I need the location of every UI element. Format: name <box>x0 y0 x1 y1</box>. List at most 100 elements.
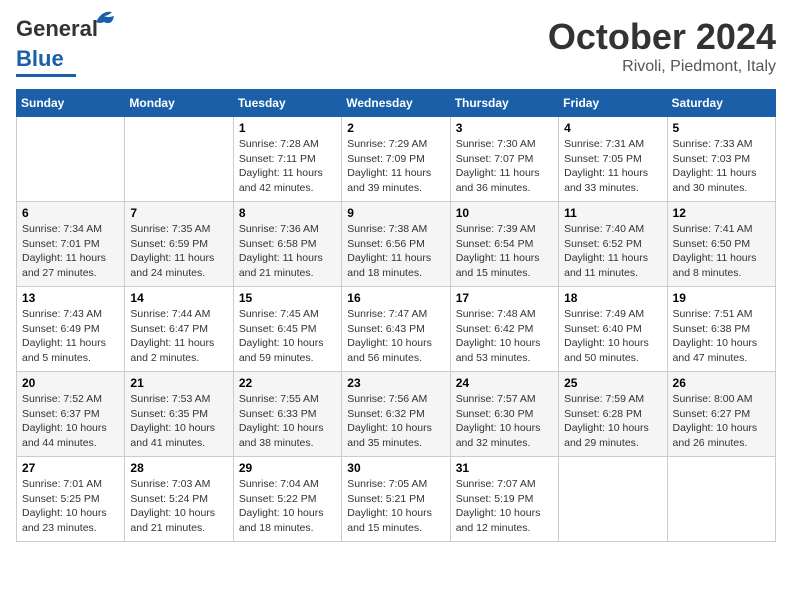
logo-blue: Blue <box>16 46 64 71</box>
calendar-week-row: 20 Sunrise: 7:52 AMSunset: 6:37 PMDaylig… <box>17 372 776 457</box>
day-number: 6 <box>22 206 119 220</box>
page-header: General Blue October 2024 Rivoli, Piedmo… <box>16 16 776 77</box>
calendar-week-row: 1 Sunrise: 7:28 AMSunset: 7:11 PMDayligh… <box>17 117 776 202</box>
calendar-cell: 23 Sunrise: 7:56 AMSunset: 6:32 PMDaylig… <box>342 372 450 457</box>
day-detail: Sunrise: 7:56 AMSunset: 6:32 PMDaylight:… <box>347 393 432 449</box>
day-detail: Sunrise: 7:36 AMSunset: 6:58 PMDaylight:… <box>239 223 323 279</box>
logo: General Blue <box>16 16 98 77</box>
weekday-header: Sunday <box>17 90 125 117</box>
calendar-cell: 1 Sunrise: 7:28 AMSunset: 7:11 PMDayligh… <box>233 117 341 202</box>
day-detail: Sunrise: 7:44 AMSunset: 6:47 PMDaylight:… <box>130 308 214 364</box>
day-number: 18 <box>564 291 661 305</box>
calendar-cell: 15 Sunrise: 7:45 AMSunset: 6:45 PMDaylig… <box>233 287 341 372</box>
day-number: 8 <box>239 206 336 220</box>
title-block: October 2024 Rivoli, Piedmont, Italy <box>548 16 776 76</box>
calendar-cell: 8 Sunrise: 7:36 AMSunset: 6:58 PMDayligh… <box>233 202 341 287</box>
day-number: 7 <box>130 206 227 220</box>
weekday-header: Monday <box>125 90 233 117</box>
day-number: 19 <box>673 291 770 305</box>
day-detail: Sunrise: 7:51 AMSunset: 6:38 PMDaylight:… <box>673 308 758 364</box>
day-number: 15 <box>239 291 336 305</box>
location: Rivoli, Piedmont, Italy <box>548 58 776 76</box>
calendar-header-row: SundayMondayTuesdayWednesdayThursdayFrid… <box>17 90 776 117</box>
day-number: 24 <box>456 376 553 390</box>
calendar-cell <box>125 117 233 202</box>
day-detail: Sunrise: 7:39 AMSunset: 6:54 PMDaylight:… <box>456 223 540 279</box>
calendar-cell: 22 Sunrise: 7:55 AMSunset: 6:33 PMDaylig… <box>233 372 341 457</box>
logo-general: General <box>16 16 98 41</box>
calendar-cell: 24 Sunrise: 7:57 AMSunset: 6:30 PMDaylig… <box>450 372 558 457</box>
month-title: October 2024 <box>548 16 776 58</box>
logo-bird-icon <box>94 8 116 28</box>
day-number: 26 <box>673 376 770 390</box>
day-detail: Sunrise: 7:53 AMSunset: 6:35 PMDaylight:… <box>130 393 215 449</box>
calendar-cell: 27 Sunrise: 7:01 AMSunset: 5:25 PMDaylig… <box>17 457 125 542</box>
day-detail: Sunrise: 7:05 AMSunset: 5:21 PMDaylight:… <box>347 478 432 534</box>
calendar-cell: 9 Sunrise: 7:38 AMSunset: 6:56 PMDayligh… <box>342 202 450 287</box>
weekday-header: Saturday <box>667 90 775 117</box>
day-number: 2 <box>347 121 444 135</box>
calendar-cell: 19 Sunrise: 7:51 AMSunset: 6:38 PMDaylig… <box>667 287 775 372</box>
day-detail: Sunrise: 7:57 AMSunset: 6:30 PMDaylight:… <box>456 393 541 449</box>
day-detail: Sunrise: 7:29 AMSunset: 7:09 PMDaylight:… <box>347 138 431 194</box>
calendar-cell: 26 Sunrise: 8:00 AMSunset: 6:27 PMDaylig… <box>667 372 775 457</box>
day-number: 21 <box>130 376 227 390</box>
calendar-cell: 10 Sunrise: 7:39 AMSunset: 6:54 PMDaylig… <box>450 202 558 287</box>
calendar-cell: 14 Sunrise: 7:44 AMSunset: 6:47 PMDaylig… <box>125 287 233 372</box>
day-number: 25 <box>564 376 661 390</box>
day-detail: Sunrise: 7:49 AMSunset: 6:40 PMDaylight:… <box>564 308 649 364</box>
calendar-cell: 20 Sunrise: 7:52 AMSunset: 6:37 PMDaylig… <box>17 372 125 457</box>
day-number: 13 <box>22 291 119 305</box>
day-detail: Sunrise: 7:35 AMSunset: 6:59 PMDaylight:… <box>130 223 214 279</box>
weekday-header: Tuesday <box>233 90 341 117</box>
day-number: 30 <box>347 461 444 475</box>
calendar-cell <box>559 457 667 542</box>
calendar-cell: 3 Sunrise: 7:30 AMSunset: 7:07 PMDayligh… <box>450 117 558 202</box>
day-detail: Sunrise: 7:30 AMSunset: 7:07 PMDaylight:… <box>456 138 540 194</box>
day-detail: Sunrise: 7:47 AMSunset: 6:43 PMDaylight:… <box>347 308 432 364</box>
day-number: 10 <box>456 206 553 220</box>
calendar-cell: 18 Sunrise: 7:49 AMSunset: 6:40 PMDaylig… <box>559 287 667 372</box>
day-number: 31 <box>456 461 553 475</box>
weekday-header: Wednesday <box>342 90 450 117</box>
weekday-header: Friday <box>559 90 667 117</box>
day-number: 12 <box>673 206 770 220</box>
calendar-cell: 25 Sunrise: 7:59 AMSunset: 6:28 PMDaylig… <box>559 372 667 457</box>
day-number: 28 <box>130 461 227 475</box>
weekday-header: Thursday <box>450 90 558 117</box>
calendar-cell: 21 Sunrise: 7:53 AMSunset: 6:35 PMDaylig… <box>125 372 233 457</box>
calendar-cell: 4 Sunrise: 7:31 AMSunset: 7:05 PMDayligh… <box>559 117 667 202</box>
calendar-cell: 13 Sunrise: 7:43 AMSunset: 6:49 PMDaylig… <box>17 287 125 372</box>
calendar-week-row: 6 Sunrise: 7:34 AMSunset: 7:01 PMDayligh… <box>17 202 776 287</box>
day-number: 14 <box>130 291 227 305</box>
day-detail: Sunrise: 7:31 AMSunset: 7:05 PMDaylight:… <box>564 138 648 194</box>
day-detail: Sunrise: 7:07 AMSunset: 5:19 PMDaylight:… <box>456 478 541 534</box>
calendar-cell: 2 Sunrise: 7:29 AMSunset: 7:09 PMDayligh… <box>342 117 450 202</box>
day-number: 29 <box>239 461 336 475</box>
day-number: 1 <box>239 121 336 135</box>
calendar-table: SundayMondayTuesdayWednesdayThursdayFrid… <box>16 89 776 542</box>
calendar-cell: 31 Sunrise: 7:07 AMSunset: 5:19 PMDaylig… <box>450 457 558 542</box>
calendar-week-row: 13 Sunrise: 7:43 AMSunset: 6:49 PMDaylig… <box>17 287 776 372</box>
day-detail: Sunrise: 7:43 AMSunset: 6:49 PMDaylight:… <box>22 308 106 364</box>
calendar-cell <box>17 117 125 202</box>
day-detail: Sunrise: 7:52 AMSunset: 6:37 PMDaylight:… <box>22 393 107 449</box>
calendar-cell: 30 Sunrise: 7:05 AMSunset: 5:21 PMDaylig… <box>342 457 450 542</box>
day-detail: Sunrise: 7:33 AMSunset: 7:03 PMDaylight:… <box>673 138 757 194</box>
day-number: 5 <box>673 121 770 135</box>
day-number: 22 <box>239 376 336 390</box>
day-number: 23 <box>347 376 444 390</box>
day-number: 27 <box>22 461 119 475</box>
day-detail: Sunrise: 7:38 AMSunset: 6:56 PMDaylight:… <box>347 223 431 279</box>
day-detail: Sunrise: 7:03 AMSunset: 5:24 PMDaylight:… <box>130 478 215 534</box>
calendar-cell: 29 Sunrise: 7:04 AMSunset: 5:22 PMDaylig… <box>233 457 341 542</box>
calendar-cell: 12 Sunrise: 7:41 AMSunset: 6:50 PMDaylig… <box>667 202 775 287</box>
calendar-cell: 17 Sunrise: 7:48 AMSunset: 6:42 PMDaylig… <box>450 287 558 372</box>
day-detail: Sunrise: 7:34 AMSunset: 7:01 PMDaylight:… <box>22 223 106 279</box>
day-detail: Sunrise: 7:04 AMSunset: 5:22 PMDaylight:… <box>239 478 324 534</box>
day-detail: Sunrise: 7:45 AMSunset: 6:45 PMDaylight:… <box>239 308 324 364</box>
day-number: 4 <box>564 121 661 135</box>
day-detail: Sunrise: 7:28 AMSunset: 7:11 PMDaylight:… <box>239 138 323 194</box>
day-detail: Sunrise: 8:00 AMSunset: 6:27 PMDaylight:… <box>673 393 758 449</box>
day-detail: Sunrise: 7:01 AMSunset: 5:25 PMDaylight:… <box>22 478 107 534</box>
